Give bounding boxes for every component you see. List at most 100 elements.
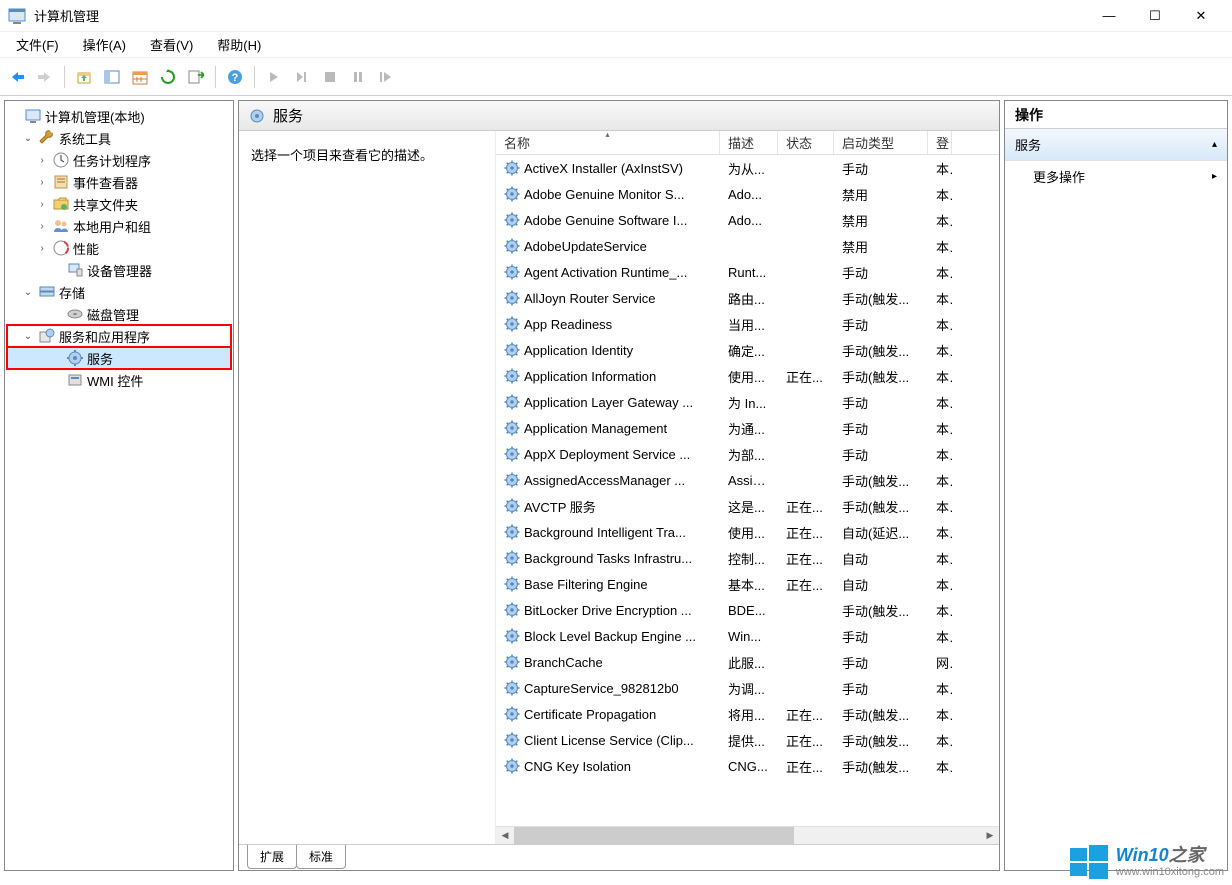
- refresh-button[interactable]: [155, 64, 181, 90]
- export-button[interactable]: [183, 64, 209, 90]
- calendar-icon[interactable]: [127, 64, 153, 90]
- list-rows[interactable]: ActiveX Installer (AxInstSV)为从...手动本Adob…: [496, 155, 999, 826]
- service-row[interactable]: Base Filtering Engine基本...正在...自动本: [496, 571, 999, 597]
- tree-label: 存储: [59, 283, 85, 302]
- col-logon[interactable]: 登: [928, 131, 952, 154]
- service-row[interactable]: Adobe Genuine Software I...Ado...禁用本: [496, 207, 999, 233]
- scroll-left-button[interactable]: ◀: [496, 827, 514, 844]
- service-row[interactable]: Agent Activation Runtime_...Runt...手动本: [496, 259, 999, 285]
- expander-icon[interactable]: ⌄: [21, 331, 35, 342]
- watermark-url: www.win10xitong.com: [1116, 866, 1224, 878]
- menu-view[interactable]: 查看(V): [138, 31, 205, 58]
- service-row[interactable]: ActiveX Installer (AxInstSV)为从...手动本: [496, 155, 999, 181]
- close-button[interactable]: ✕: [1178, 0, 1224, 32]
- service-gear-icon: [504, 680, 520, 696]
- stop-button[interactable]: [317, 64, 343, 90]
- actions-section-services[interactable]: 服务 ▴: [1005, 129, 1227, 161]
- watermark: Win10之家 www.win10xitong.com: [1070, 845, 1224, 879]
- expander-icon[interactable]: ⌄: [21, 133, 35, 144]
- service-row[interactable]: Application Identity确定...手动(触发...本: [496, 337, 999, 363]
- menu-file[interactable]: 文件(F): [4, 31, 71, 58]
- service-row[interactable]: AssignedAccessManager ...Assig...手动(触发..…: [496, 467, 999, 493]
- tree-pane[interactable]: 计算机管理(本地) ⌄ 系统工具 › 任务计划程序 › 事件查看器 › 共享文件…: [4, 100, 234, 871]
- service-row[interactable]: AVCTP 服务这是...正在...手动(触发...本: [496, 493, 999, 519]
- tree-disk-management[interactable]: 磁盘管理: [7, 303, 231, 325]
- col-state[interactable]: 状态: [778, 131, 834, 154]
- service-start-cell: 手动: [834, 393, 928, 412]
- tree-device-manager[interactable]: 设备管理器: [7, 259, 231, 281]
- wrench-icon: [38, 129, 56, 147]
- tree-wmi[interactable]: WMI 控件: [7, 369, 231, 391]
- expander-icon[interactable]: ›: [35, 177, 49, 188]
- service-row[interactable]: AppX Deployment Service ...为部...手动本: [496, 441, 999, 467]
- service-logon-cell: 网: [928, 653, 952, 672]
- service-logon-cell: 本: [928, 445, 952, 464]
- col-name[interactable]: ▴名称: [496, 131, 720, 154]
- service-row[interactable]: App Readiness当用...手动本: [496, 311, 999, 337]
- tree-system-tools[interactable]: ⌄ 系统工具: [7, 127, 231, 149]
- tree-local-users[interactable]: › 本地用户和组: [7, 215, 231, 237]
- expander-icon[interactable]: ›: [35, 221, 49, 232]
- maximize-button[interactable]: ☐: [1132, 0, 1178, 32]
- tree-root[interactable]: 计算机管理(本地): [7, 105, 231, 127]
- restart-button[interactable]: [373, 64, 399, 90]
- menu-action[interactable]: 操作(A): [71, 31, 138, 58]
- tree-task-scheduler[interactable]: › 任务计划程序: [7, 149, 231, 171]
- scroll-right-button[interactable]: ▶: [981, 827, 999, 844]
- tree-shared-folders[interactable]: › 共享文件夹: [7, 193, 231, 215]
- up-button[interactable]: [71, 64, 97, 90]
- service-gear-icon: [504, 316, 520, 332]
- service-row[interactable]: Background Intelligent Tra...使用...正在...自…: [496, 519, 999, 545]
- tree-performance[interactable]: › 性能: [7, 237, 231, 259]
- service-row[interactable]: Application Layer Gateway ...为 In...手动本: [496, 389, 999, 415]
- tab-extended[interactable]: 扩展: [247, 845, 297, 869]
- service-row[interactable]: Adobe Genuine Monitor S...Ado...禁用本: [496, 181, 999, 207]
- col-start[interactable]: 启动类型: [834, 131, 928, 154]
- play-button[interactable]: [261, 64, 287, 90]
- show-hide-tree-button[interactable]: [99, 64, 125, 90]
- service-desc-cell: Ado...: [720, 213, 778, 228]
- folder-share-icon: [52, 195, 70, 213]
- service-desc-cell: 使用...: [720, 523, 778, 542]
- service-row[interactable]: AllJoyn Router Service路由...手动(触发...本: [496, 285, 999, 311]
- services-list: ▴名称 描述 状态 启动类型 登 ActiveX Installer (AxIn…: [495, 131, 999, 844]
- tab-standard[interactable]: 标准: [296, 845, 346, 869]
- service-row[interactable]: Block Level Backup Engine ...Win...手动本: [496, 623, 999, 649]
- scroll-thumb[interactable]: [514, 827, 794, 844]
- step-button[interactable]: [289, 64, 315, 90]
- tree-services-apps[interactable]: ⌄ 服务和应用程序: [7, 325, 231, 347]
- service-row[interactable]: Client License Service (Clip...提供...正在..…: [496, 727, 999, 753]
- actions-more[interactable]: 更多操作 ▸: [1005, 161, 1227, 192]
- tree-event-viewer[interactable]: › 事件查看器: [7, 171, 231, 193]
- service-name-cell: Certificate Propagation: [496, 706, 720, 722]
- service-row[interactable]: BitLocker Drive Encryption ...BDE...手动(触…: [496, 597, 999, 623]
- col-desc[interactable]: 描述: [720, 131, 778, 154]
- service-row[interactable]: Application Management为通...手动本: [496, 415, 999, 441]
- service-state-cell: 正在...: [778, 705, 834, 724]
- tree-storage[interactable]: ⌄ 存储: [7, 281, 231, 303]
- service-row[interactable]: Certificate Propagation将用...正在...手动(触发..…: [496, 701, 999, 727]
- service-row[interactable]: AdobeUpdateService禁用本: [496, 233, 999, 259]
- expander-icon[interactable]: ›: [35, 243, 49, 254]
- minimize-button[interactable]: —: [1086, 0, 1132, 32]
- menu-help[interactable]: 帮助(H): [205, 31, 273, 58]
- horizontal-scrollbar[interactable]: ◀ ▶: [496, 826, 999, 844]
- service-row[interactable]: CNG Key IsolationCNG...正在...手动(触发...本: [496, 753, 999, 779]
- expander-icon[interactable]: ›: [35, 155, 49, 166]
- back-button[interactable]: [4, 64, 30, 90]
- expander-icon[interactable]: ›: [35, 199, 49, 210]
- forward-button[interactable]: [32, 64, 58, 90]
- service-row[interactable]: Background Tasks Infrastru...控制...正在...自…: [496, 545, 999, 571]
- service-row[interactable]: Application Information使用...正在...手动(触发..…: [496, 363, 999, 389]
- service-name-cell: Background Tasks Infrastru...: [496, 550, 720, 566]
- scroll-track[interactable]: [514, 827, 981, 844]
- service-name-cell: Application Identity: [496, 342, 720, 358]
- service-row[interactable]: CaptureService_982812b0为调...手动本: [496, 675, 999, 701]
- service-row[interactable]: BranchCache此服...手动网: [496, 649, 999, 675]
- service-gear-icon: [504, 576, 520, 592]
- help-button[interactable]: ?: [222, 64, 248, 90]
- tree-services[interactable]: 服务: [7, 347, 231, 369]
- pause-button[interactable]: [345, 64, 371, 90]
- expander-icon[interactable]: ⌄: [21, 287, 35, 298]
- service-name-cell: Agent Activation Runtime_...: [496, 264, 720, 280]
